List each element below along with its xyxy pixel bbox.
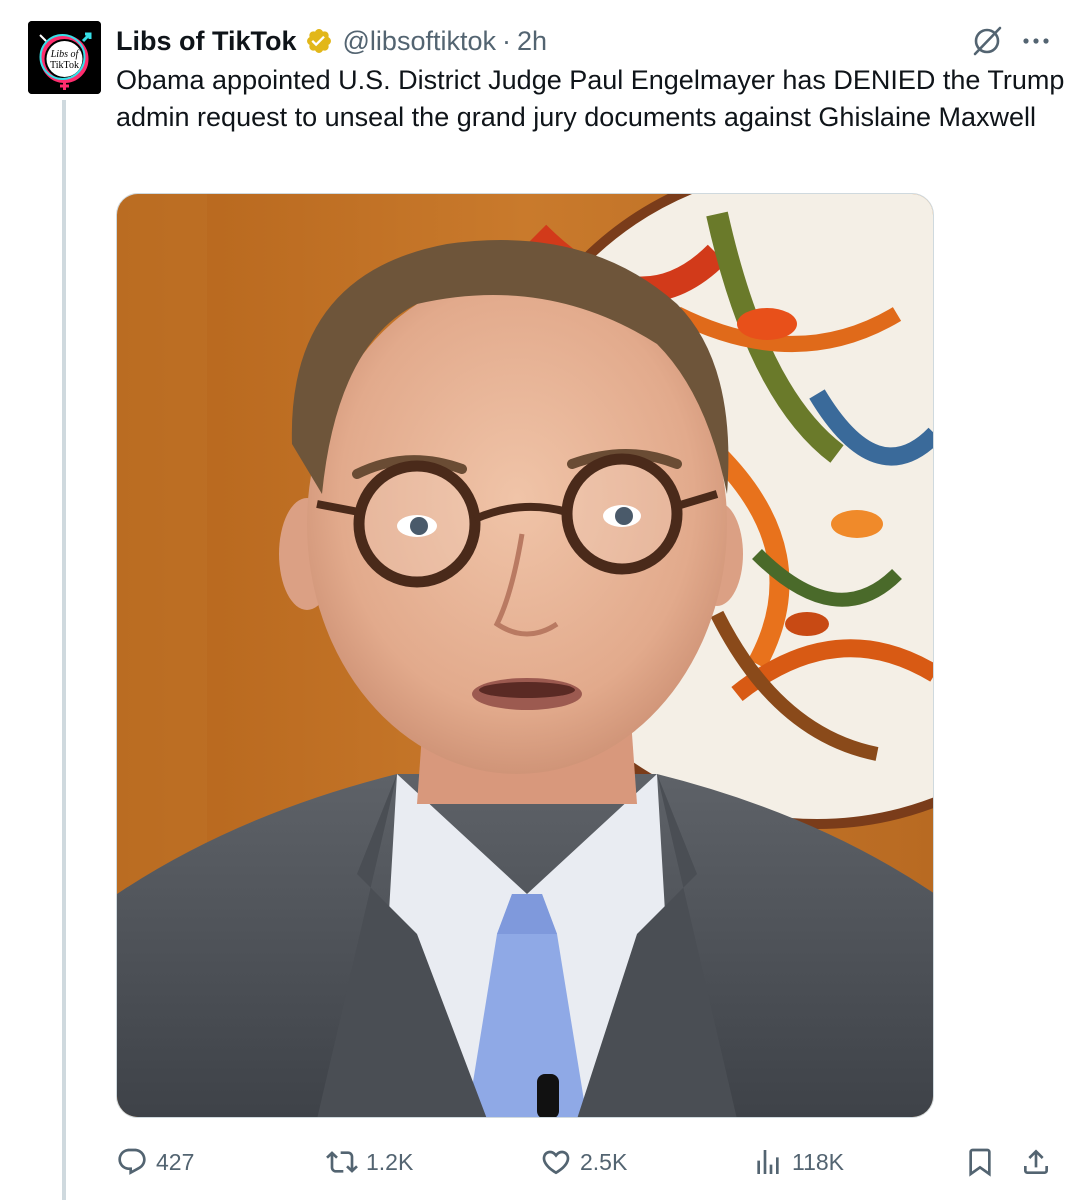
views-button[interactable]: 118K xyxy=(752,1140,844,1184)
heart-icon xyxy=(542,1150,570,1175)
views-icon xyxy=(757,1150,779,1174)
views-count: 118K xyxy=(792,1148,845,1175)
display-name[interactable]: Libs of TikTok xyxy=(116,26,297,57)
bookmark-button[interactable] xyxy=(964,1140,996,1184)
like-button[interactable]: 2.5K xyxy=(540,1140,627,1184)
avatar[interactable]: Libs of TikTok xyxy=(28,21,101,94)
reply-button[interactable]: 427 xyxy=(116,1140,194,1184)
reply-count: 427 xyxy=(156,1148,195,1175)
tweet-header: Libs of TikTok @libsoftiktok · 2h xyxy=(116,22,547,60)
tweet-photo[interactable] xyxy=(116,193,934,1118)
separator-dot: · xyxy=(501,25,511,56)
like-count: 2.5K xyxy=(580,1148,628,1175)
more-options-icon[interactable] xyxy=(1020,25,1052,57)
user-handle[interactable]: @libsoftiktok xyxy=(343,26,496,57)
grok-icon[interactable] xyxy=(970,24,1004,58)
repost-button[interactable]: 1.2K xyxy=(326,1140,413,1184)
repost-icon xyxy=(326,1151,358,1173)
svg-text:TikTok: TikTok xyxy=(50,60,79,71)
timestamp[interactable]: 2h xyxy=(517,26,547,57)
verified-badge-icon[interactable] xyxy=(305,27,333,55)
tweet-text: Obama appointed U.S. District Judge Paul… xyxy=(116,65,1065,132)
judge-portrait-image xyxy=(117,194,933,1117)
thread-line xyxy=(62,100,66,1200)
svg-text:Libs of: Libs of xyxy=(50,49,80,60)
share-button[interactable] xyxy=(1020,1140,1052,1184)
share-icon xyxy=(1024,1149,1048,1174)
libs-of-tiktok-logo: Libs of TikTok xyxy=(28,21,101,94)
action-bar: 427 1.2K 2.5K 118K xyxy=(0,1140,1083,1184)
repost-count: 1.2K xyxy=(366,1148,414,1175)
reply-icon xyxy=(118,1148,146,1175)
bookmark-icon xyxy=(969,1148,991,1177)
